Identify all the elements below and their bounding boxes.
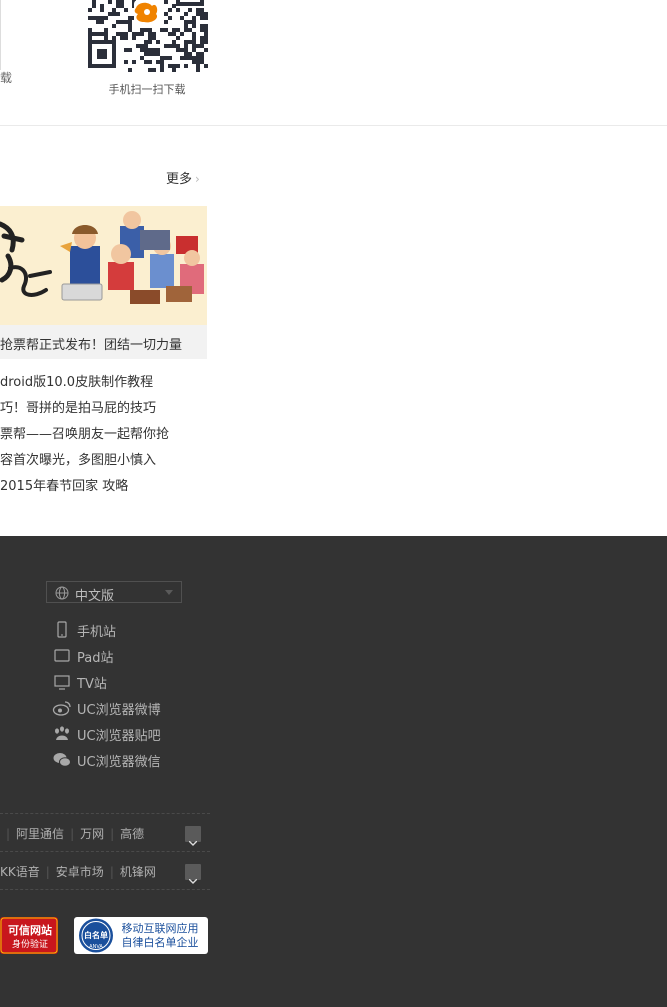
partner-link[interactable]: 机锋网 bbox=[120, 865, 156, 879]
partner-link[interactable]: KK语音 bbox=[0, 865, 40, 879]
wechat-icon bbox=[52, 751, 72, 769]
language-select[interactable]: 中文版 bbox=[46, 581, 182, 604]
footer-link-label: TV站 bbox=[77, 677, 107, 692]
partner-links-row-1: | 阿里通信 | 万网 | 高德 bbox=[0, 825, 144, 845]
badge-seal-sub: ANVA bbox=[89, 944, 103, 950]
separator: | bbox=[70, 827, 75, 841]
banner-caption[interactable]: 抢票帮正式发布！团结一切力量 bbox=[0, 334, 182, 353]
banner-caption-bar[interactable]: 抢票帮正式发布！团结一切力量 bbox=[0, 325, 207, 359]
more-link[interactable]: 更多 › bbox=[166, 168, 200, 187]
divider bbox=[0, 889, 210, 890]
tablet-icon bbox=[52, 647, 72, 665]
badge-line-2: 自律白名单企业 bbox=[122, 935, 199, 949]
more-label: 更多 bbox=[166, 172, 193, 187]
partner-links-row-2: KK语音 | 安卓市场 | 机锋网 bbox=[0, 863, 156, 883]
list-item[interactable]: 容首次曝光，多图胆小慎入 bbox=[0, 449, 169, 475]
footer-link-label: 手机站 bbox=[77, 625, 117, 640]
list-item[interactable]: 票帮——召唤朋友一起帮你抢 bbox=[0, 423, 169, 449]
separator: | bbox=[45, 865, 50, 879]
tieba-paw-icon bbox=[52, 725, 72, 743]
divider bbox=[0, 813, 210, 814]
partner-link[interactable]: 阿里通信 bbox=[16, 827, 64, 841]
badge-line-1: 移动互联网应用 bbox=[122, 921, 199, 935]
footer-link-label: UC浏览器贴吧 bbox=[77, 729, 161, 744]
footer-link-label: UC浏览器微信 bbox=[77, 755, 161, 770]
partner-link[interactable]: 高德 bbox=[120, 827, 144, 841]
qr-code bbox=[86, 0, 208, 72]
globe-icon bbox=[55, 585, 69, 604]
footer-link-label: UC浏览器微博 bbox=[77, 703, 161, 718]
language-label: 中文版 bbox=[75, 589, 115, 604]
news-banner-image[interactable] bbox=[0, 206, 207, 325]
separator: | bbox=[6, 827, 11, 841]
badge-line-1: 可信网站 bbox=[8, 923, 52, 937]
divider bbox=[0, 851, 210, 852]
chevron-down-icon bbox=[188, 831, 198, 846]
expand-button[interactable] bbox=[185, 826, 201, 846]
chevron-down-icon bbox=[188, 869, 198, 884]
list-item[interactable]: 巧！哥拼的是拍马屁的技巧 bbox=[0, 397, 169, 423]
mobile-icon bbox=[52, 621, 72, 639]
list-item[interactable]: droid版10.0皮肤制作教程 bbox=[0, 371, 169, 397]
list-item[interactable]: 2015年春节回家 攻略 bbox=[0, 475, 169, 501]
chevron-down-icon bbox=[165, 590, 173, 595]
qr-caption: 手机扫一扫下载 bbox=[108, 83, 186, 96]
chevron-right-icon: › bbox=[195, 172, 200, 186]
divider bbox=[0, 0, 1, 70]
news-list: droid版10.0皮肤制作教程 巧！哥拼的是拍马屁的技巧 票帮——召唤朋友一起… bbox=[0, 371, 169, 501]
partner-link[interactable]: 万网 bbox=[80, 827, 104, 841]
separator: | bbox=[110, 827, 115, 841]
separator: | bbox=[109, 865, 114, 879]
whitelist-badge[interactable]: 白名单 ANVA 移动互联网应用 自律白名单企业 bbox=[74, 917, 208, 954]
footer-link-label: Pad站 bbox=[77, 651, 114, 666]
badge-seal-text: 白名单 bbox=[84, 930, 108, 940]
tv-icon bbox=[52, 673, 72, 691]
weibo-icon bbox=[52, 699, 72, 717]
download-caption-partial: 载 bbox=[0, 71, 13, 85]
partner-link[interactable]: 安卓市场 bbox=[56, 865, 104, 879]
expand-button[interactable] bbox=[185, 864, 201, 884]
credible-website-badge[interactable]: 可信网站 身份验证 bbox=[0, 917, 58, 954]
badge-line-2: 身份验证 bbox=[12, 938, 48, 950]
